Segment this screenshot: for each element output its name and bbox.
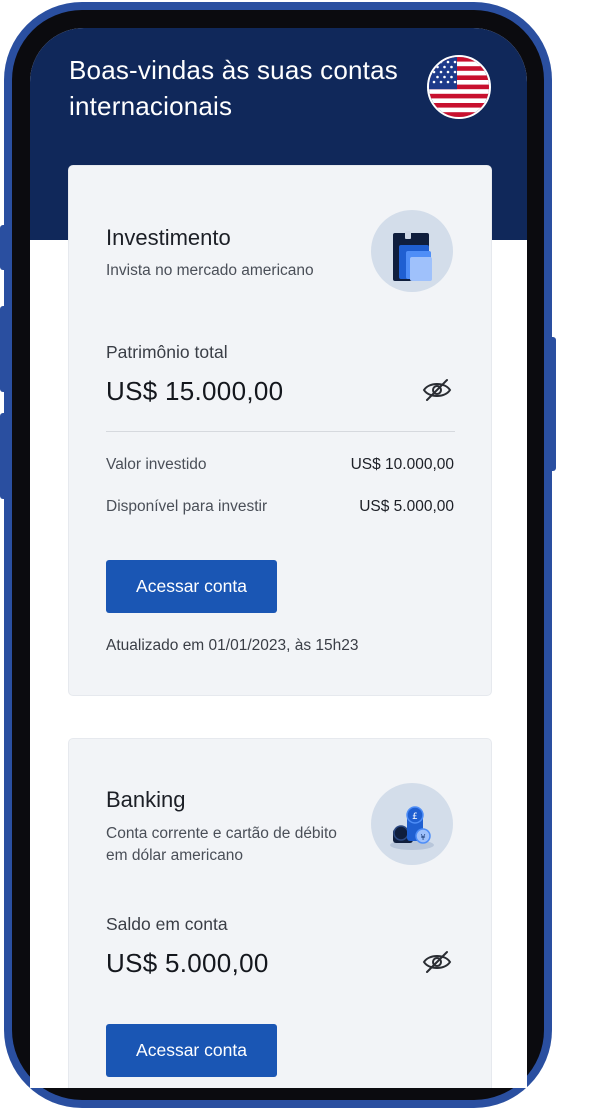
banking-title: Banking — [106, 787, 186, 812]
balance-label: Saldo em conta — [106, 914, 228, 934]
page-title: Boas-vindas às suas contas internacionai… — [69, 55, 398, 121]
app-screen: Boas-vindas às suas contas internacionai… — [30, 28, 527, 1088]
banking-subtitle: Conta corrente e cartão de débito em dól… — [106, 825, 337, 864]
eye-off-icon[interactable] — [421, 378, 453, 402]
banking-card: Banking Conta corrente e cartão de débit… — [69, 739, 491, 1088]
access-banking-button[interactable]: Acessar conta — [106, 1024, 277, 1077]
investment-card: Investimento Invista no mercado american… — [69, 166, 491, 695]
us-flag-icon — [427, 55, 491, 119]
svg-text:¥: ¥ — [420, 833, 425, 842]
documents-illustration-icon — [371, 210, 453, 292]
total-label: Patrimônio total — [106, 342, 228, 362]
coins-illustration-icon: £ ¥ — [371, 783, 453, 865]
divider — [106, 431, 455, 432]
invested-value: US$ 10.000,00 — [350, 456, 454, 473]
access-investment-button[interactable]: Acessar conta — [106, 560, 277, 613]
balance-value: US$ 5.000,00 — [106, 948, 269, 978]
available-label: Disponível para investir — [106, 498, 268, 515]
svg-text:£: £ — [412, 812, 418, 822]
total-value: US$ 15.000,00 — [106, 376, 284, 406]
updated-timestamp: Atualizado em 01/01/2023, às 15h23 — [106, 637, 359, 654]
invested-label: Valor investido — [106, 456, 207, 473]
investment-title: Investimento — [106, 225, 231, 250]
eye-off-icon[interactable] — [421, 950, 453, 974]
investment-subtitle: Invista no mercado americano — [106, 262, 314, 279]
available-value: US$ 5.000,00 — [359, 498, 454, 515]
